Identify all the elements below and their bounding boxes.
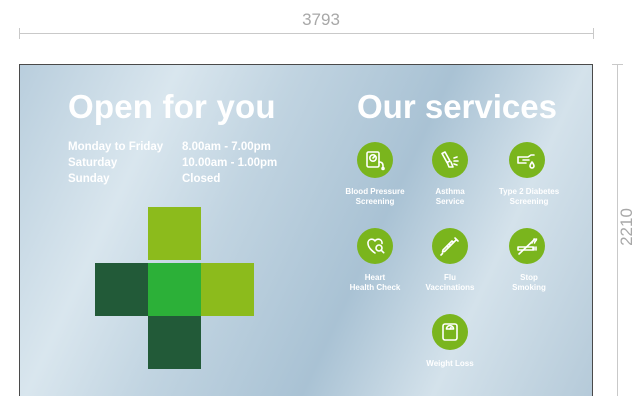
hours-time: Closed xyxy=(182,173,221,185)
service-label-line2: Screening xyxy=(509,197,549,206)
width-dimension-line xyxy=(19,33,593,34)
hours-day: Sunday xyxy=(68,173,110,185)
service-label-line1: Asthma xyxy=(435,187,465,196)
service-label-line2: Vaccinations xyxy=(425,283,475,292)
service-label-line2: Service xyxy=(435,197,465,206)
width-dimension-tick-left xyxy=(19,28,20,39)
hours-time: 10.00am - 1.00pm xyxy=(182,157,278,169)
cross-right-square xyxy=(201,263,254,316)
service-label-line2: Smoking xyxy=(512,283,546,292)
height-dimension-tick-top xyxy=(612,64,623,65)
service-label-stop-smoking: Stop Smoking xyxy=(484,273,574,293)
no-smoking-icon xyxy=(509,228,545,264)
inhaler-icon xyxy=(432,142,468,178)
cross-left-square xyxy=(95,263,148,316)
width-dimension-label: 3793 xyxy=(302,10,340,29)
service-label-asthma: Asthma Service xyxy=(405,187,495,207)
diabetes-icon xyxy=(509,142,545,178)
cross-top-square xyxy=(148,207,201,260)
heart-icon xyxy=(357,228,393,264)
service-label-line1: Weight Loss xyxy=(426,359,474,368)
width-dimension-tick-right xyxy=(593,28,594,39)
our-services-title: Our services xyxy=(357,88,557,125)
hours-time: 8.00am - 7.00pm xyxy=(182,141,271,153)
scale-icon xyxy=(432,314,468,350)
syringe-icon xyxy=(432,228,468,264)
service-label-line1: Stop xyxy=(520,273,538,282)
service-label-weight-loss: Weight Loss xyxy=(405,359,495,369)
cross-center-square xyxy=(148,263,201,316)
blood-pressure-icon xyxy=(357,142,393,178)
service-label-line1: Type 2 Diabetes xyxy=(498,187,560,196)
hours-day: Saturday xyxy=(68,157,118,169)
service-label-line1: Flu xyxy=(444,273,456,282)
height-dimension-label: 2210 xyxy=(617,208,636,246)
hours-day: Monday to Friday xyxy=(68,141,164,153)
open-for-you-title: Open for you xyxy=(68,88,276,125)
cross-bottom-square xyxy=(148,316,201,369)
service-label-flu: Flu Vaccinations xyxy=(405,273,495,293)
service-label-diabetes: Type 2 Diabetes Screening xyxy=(484,187,574,207)
